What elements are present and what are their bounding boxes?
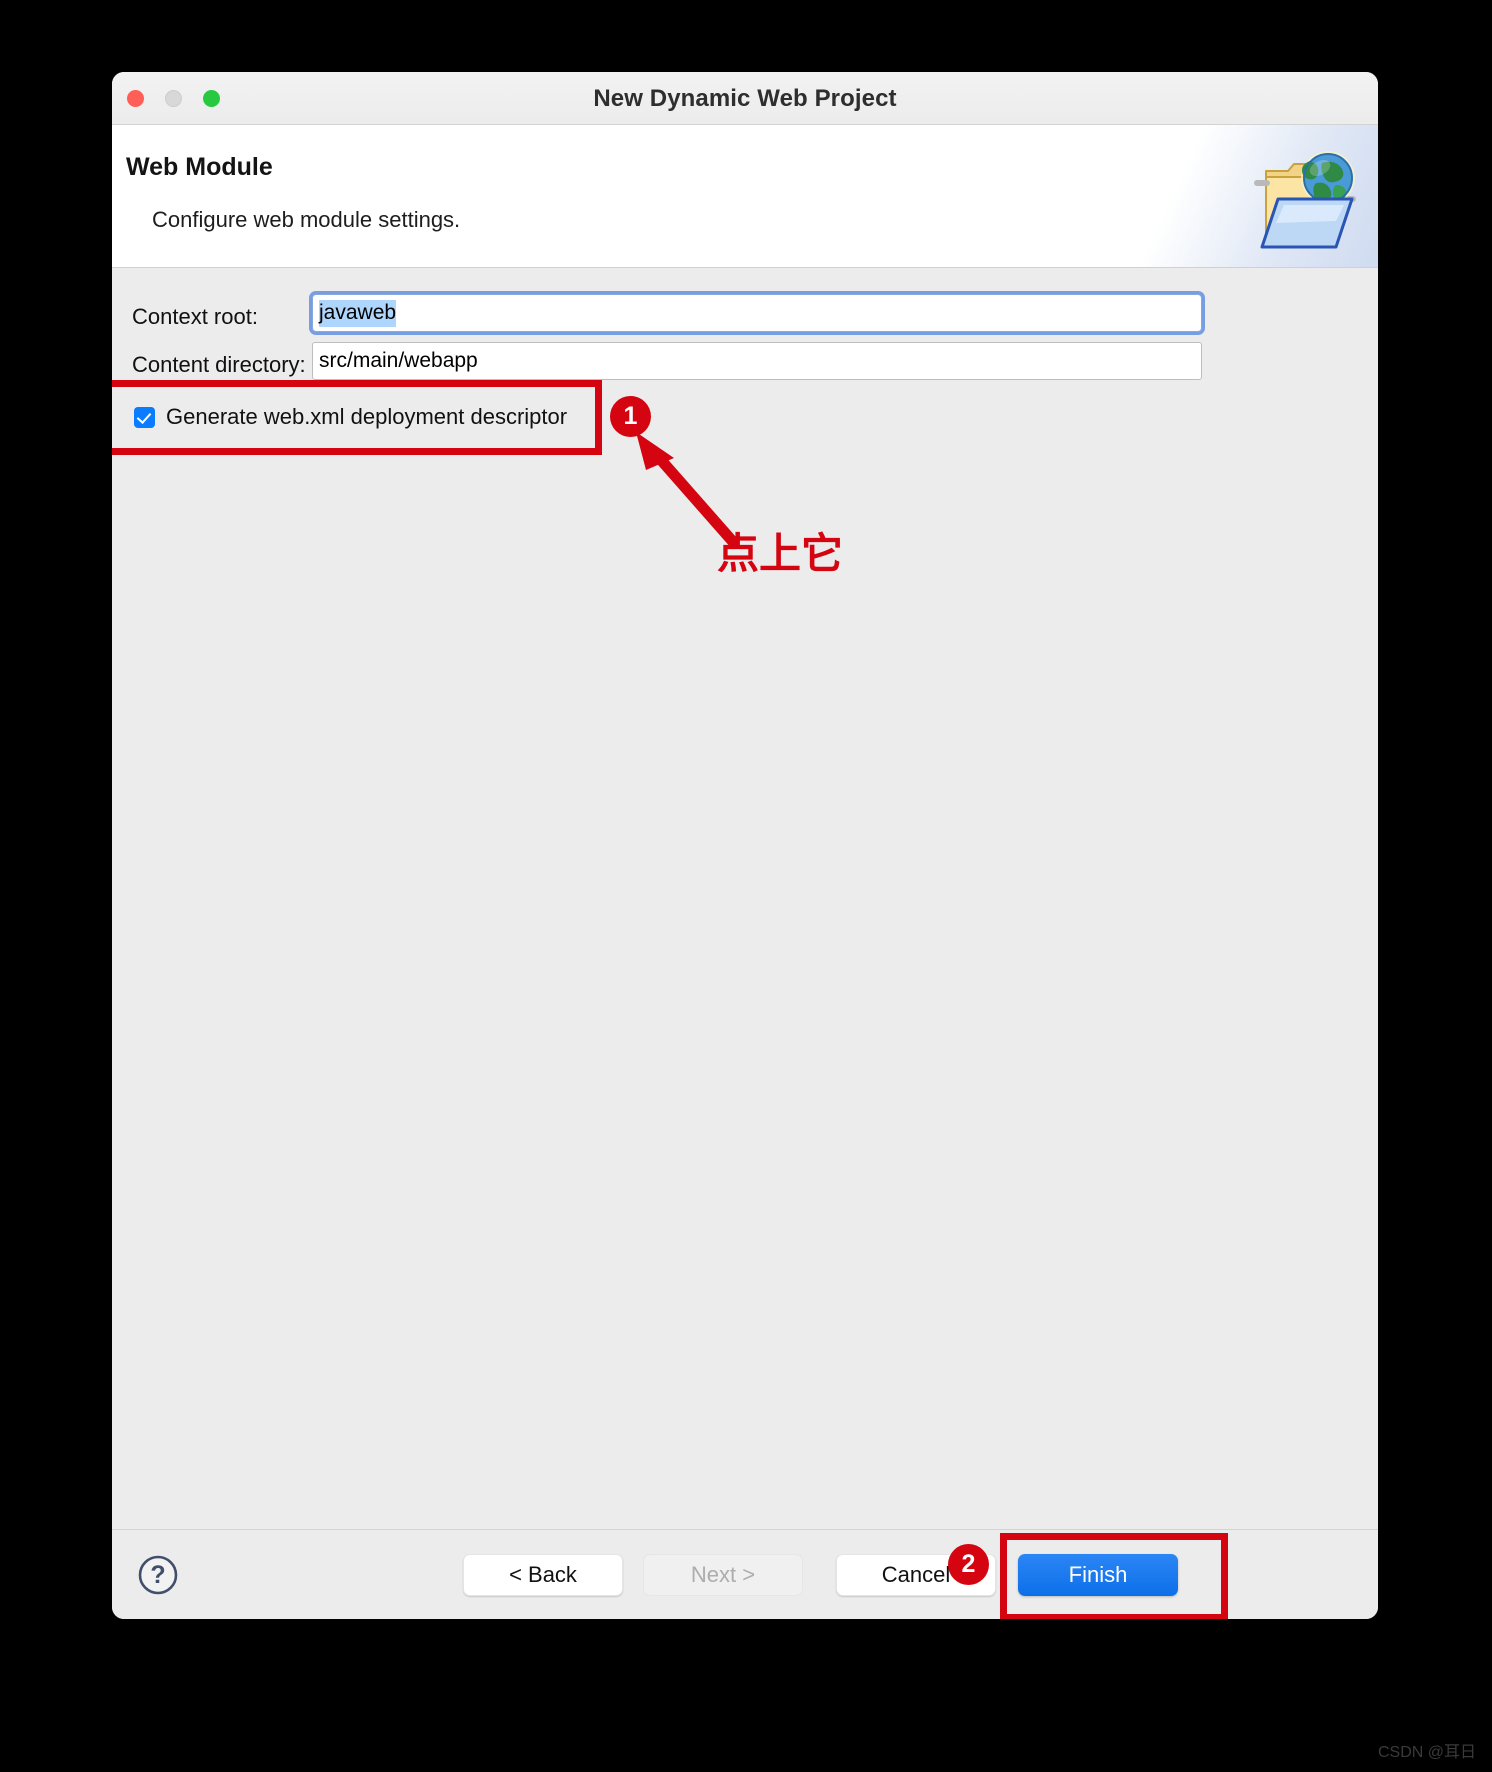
svg-text:?: ? — [150, 1561, 165, 1589]
wizard-footer: ? < Back Next > Cancel 2 Finish — [112, 1529, 1378, 1619]
context-root-label: Context root: — [132, 304, 258, 329]
content-directory-input[interactable]: src/main/webapp — [312, 342, 1202, 380]
context-root-input[interactable]: javaweb — [312, 294, 1202, 332]
annotation-note: 点上它 — [717, 530, 844, 577]
wizard-header: Web Module Configure web module settings… — [112, 125, 1378, 268]
wizard-body: Context root: javaweb Content directory:… — [112, 268, 1378, 1529]
content-directory-value: src/main/webapp — [319, 349, 478, 372]
window-titlebar: New Dynamic Web Project — [112, 72, 1378, 125]
generate-webxml-checkbox[interactable] — [134, 406, 155, 428]
generate-webxml-checkbox-row[interactable]: Generate web.xml deployment descriptor — [134, 404, 567, 430]
content-directory-label: Content directory: — [132, 352, 306, 377]
finish-button[interactable]: Finish — [1018, 1554, 1178, 1596]
context-root-value: javaweb — [319, 299, 397, 327]
annotation-badge-2: 2 — [948, 1544, 989, 1585]
web-folder-globe-icon — [1254, 151, 1356, 249]
generate-webxml-label: Generate web.xml deployment descriptor — [166, 404, 568, 429]
help-question-mark-icon[interactable]: ? — [137, 1554, 179, 1596]
page-subtitle: Configure web module settings. — [152, 207, 461, 232]
back-button[interactable]: < Back — [463, 1554, 623, 1596]
csdn-watermark: CSDN @耳日 — [1377, 1744, 1476, 1761]
next-button: Next > — [643, 1554, 803, 1596]
window-title: New Dynamic Web Project — [593, 85, 897, 112]
page-title: Web Module — [126, 153, 273, 181]
new-dynamic-web-project-dialog: New Dynamic Web Project Web Module Confi… — [112, 72, 1378, 1619]
